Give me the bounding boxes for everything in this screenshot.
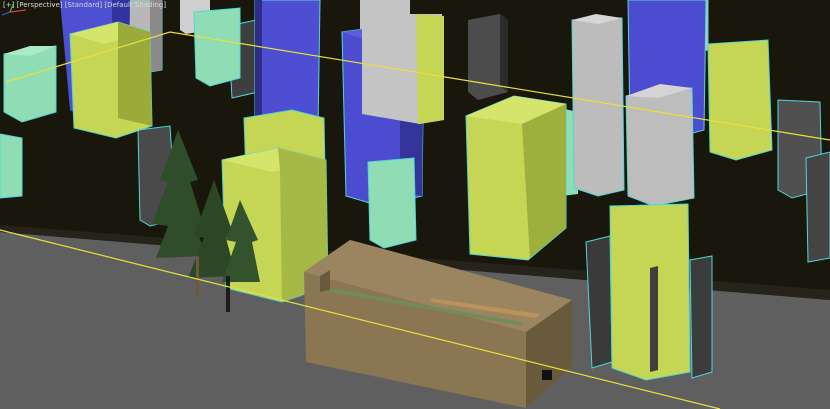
axis-tripod-icon: [1, 1, 27, 16]
building-yellow-7[interactable]: [416, 14, 444, 124]
building-dark-mid-5[interactable]: [689, 255, 713, 379]
building-yellow-1[interactable]: [69, 21, 153, 139]
building-mint-1[interactable]: [3, 45, 57, 123]
building-mint-2[interactable]: [0, 133, 23, 199]
building-mint-4[interactable]: [367, 157, 417, 249]
building-yellow-5[interactable]: [707, 39, 773, 161]
building-yellow-4[interactable]: [465, 95, 567, 261]
building-white-3[interactable]: [625, 84, 695, 207]
scene-canvas[interactable]: [0, 0, 830, 409]
building-mint-3[interactable]: [193, 7, 241, 87]
building-dark-mid-3[interactable]: [805, 151, 830, 263]
building-yellow-6[interactable]: [609, 203, 691, 381]
building-dark-far-1[interactable]: [468, 14, 508, 100]
viewport-menu-style[interactable]: [Standard]: [65, 1, 102, 9]
viewport-menu-shading[interactable]: [Default Shading]: [104, 1, 166, 9]
perspective-viewport[interactable]: [+] [Perspective] [Standard] [Default Sh…: [0, 0, 830, 409]
